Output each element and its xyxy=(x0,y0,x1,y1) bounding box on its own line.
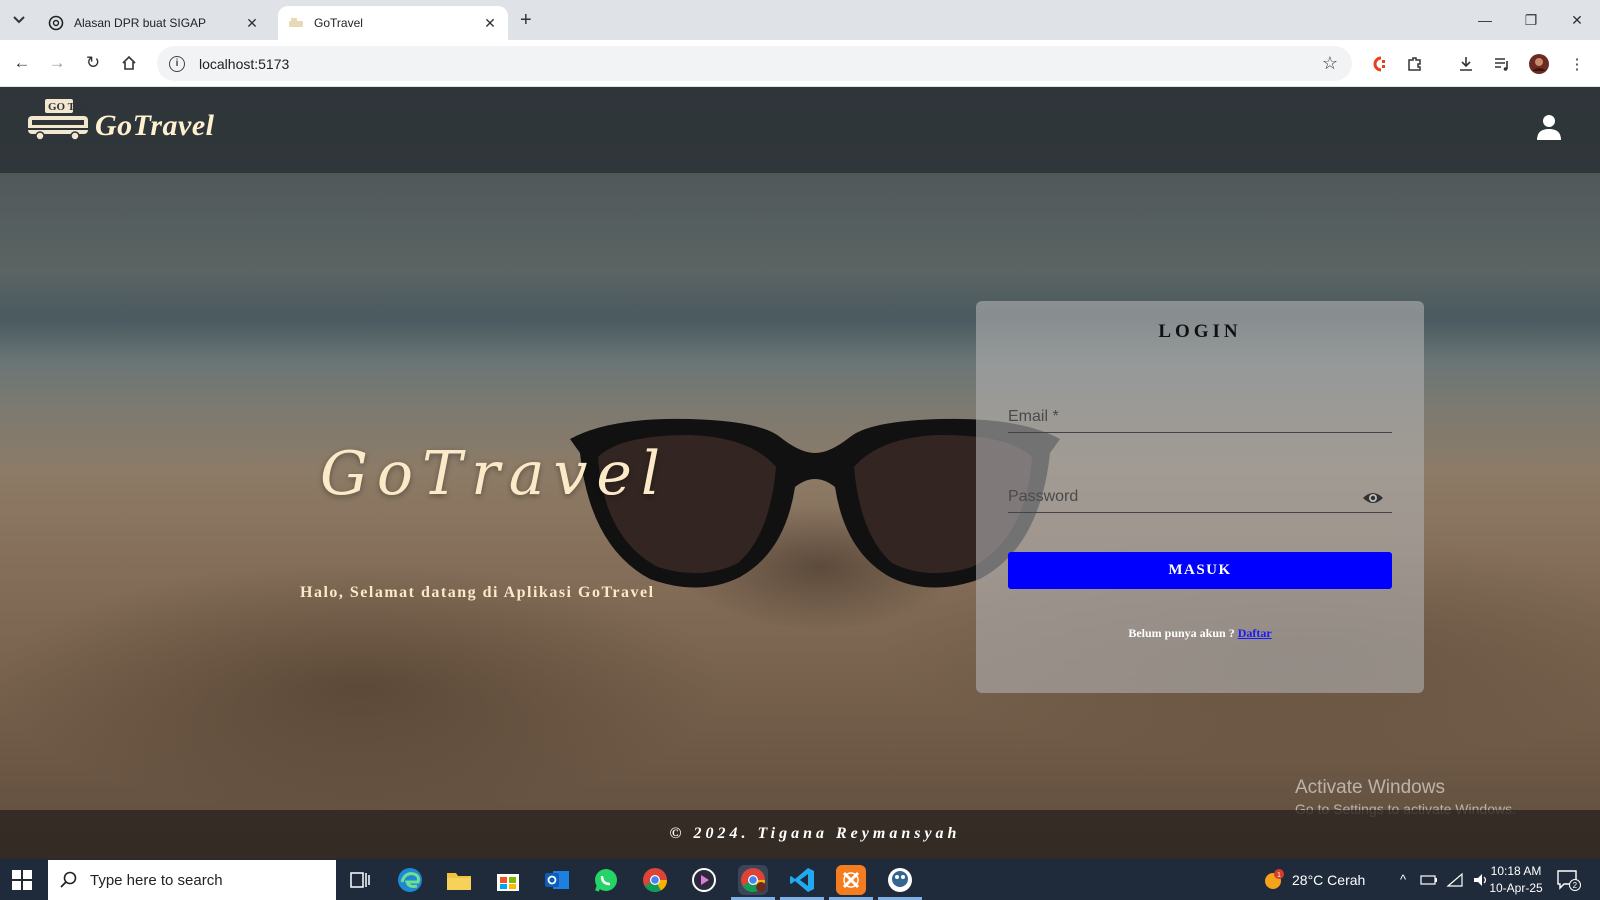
back-icon[interactable]: ← xyxy=(9,50,35,76)
restore-icon[interactable]: ❐ xyxy=(1511,8,1551,32)
download-icon[interactable] xyxy=(1454,52,1478,76)
tab-title: Alasan DPR buat SIGAP xyxy=(74,16,207,30)
taskbar-search-box[interactable]: Type here to search xyxy=(48,860,336,900)
whatsapp-icon[interactable] xyxy=(591,865,621,895)
gotravel-favicon-icon xyxy=(288,15,304,31)
tab-search-button[interactable] xyxy=(6,8,32,32)
login-title: LOGIN xyxy=(1158,321,1242,342)
site-info-icon[interactable]: i xyxy=(169,55,185,72)
close-window-icon[interactable]: ✕ xyxy=(1557,8,1597,32)
bus-logo-icon[interactable]: GO Travel xyxy=(27,99,89,143)
tab-title: GoTravel xyxy=(314,16,363,30)
home-icon[interactable] xyxy=(116,50,142,76)
svg-text:2: 2 xyxy=(1573,881,1578,890)
url-text[interactable]: localhost:5173 xyxy=(199,56,289,72)
browser-tab-bar: Alasan DPR buat SIGAP ✕ GoTravel ✕ + — ❐… xyxy=(0,0,1600,40)
openai-favicon-icon xyxy=(48,15,64,31)
weather-widget[interactable]: 1 28°C Cerah xyxy=(1262,859,1365,900)
profile-avatar[interactable] xyxy=(1527,52,1551,76)
extension-c-icon[interactable] xyxy=(1366,52,1390,76)
hero-subtitle: Halo, Selamat datang di Aplikasi GoTrave… xyxy=(300,584,655,601)
app-header: GO Travel GoTravel xyxy=(0,87,1600,173)
task-view-icon[interactable] xyxy=(345,865,375,895)
wifi-icon[interactable] xyxy=(1446,872,1464,888)
address-bar[interactable]: i localhost:5173 ☆ xyxy=(157,46,1352,81)
media-player-icon[interactable] xyxy=(689,865,719,895)
user-account-icon[interactable] xyxy=(1535,113,1563,141)
browser-toolbar: ← → ↻ i localhost:5173 ☆ ⋮ xyxy=(0,40,1600,87)
chevron-down-icon xyxy=(13,16,25,24)
windows-taskbar: Type here to search 1 28°C Cerah ^ 10:18… xyxy=(0,859,1600,900)
windows-start-icon[interactable] xyxy=(12,870,32,890)
outlook-icon[interactable] xyxy=(542,865,572,895)
close-tab-icon[interactable]: ✕ xyxy=(482,15,498,32)
more-menu-icon[interactable]: ⋮ xyxy=(1565,52,1589,76)
login-card: LOGIN Email * Password MASUK Belum punya… xyxy=(976,301,1424,693)
password-field[interactable]: Password xyxy=(1008,483,1392,513)
clock-date: 10-Apr-25 xyxy=(1489,881,1543,895)
battery-icon[interactable] xyxy=(1420,873,1438,887)
media-control-icon[interactable] xyxy=(1490,52,1514,76)
bookmark-star-icon[interactable]: ☆ xyxy=(1322,53,1338,74)
pgadmin-icon[interactable] xyxy=(885,865,915,895)
close-tab-icon[interactable]: ✕ xyxy=(244,15,260,32)
taskbar-clock[interactable]: 10:18 AM 10-Apr-25 xyxy=(1486,863,1546,897)
tab-gotravel[interactable]: GoTravel ✕ xyxy=(278,6,508,40)
weather-sun-icon: 1 xyxy=(1265,868,1284,889)
logo-text[interactable]: GoTravel xyxy=(95,109,215,143)
hero-title: GoTravel xyxy=(320,439,670,509)
password-label: Password xyxy=(1008,488,1079,505)
register-prompt-text: Belum punya akun ? xyxy=(1128,626,1235,640)
chrome-icon[interactable] xyxy=(640,865,670,895)
new-tab-icon[interactable]: + xyxy=(520,8,532,32)
search-icon xyxy=(60,871,77,888)
show-password-eye-icon[interactable] xyxy=(1362,490,1384,506)
xampp-icon[interactable] xyxy=(836,865,866,895)
email-label: Email * xyxy=(1008,408,1059,425)
tray-icons: ^ xyxy=(1392,859,1490,900)
notification-center-icon[interactable]: 2 xyxy=(1556,859,1582,900)
chrome-profile-icon[interactable] xyxy=(738,865,768,895)
register-prompt: Belum punya akun ? Daftar xyxy=(976,626,1424,641)
minimize-icon[interactable]: — xyxy=(1465,8,1505,32)
edge-browser-icon[interactable] xyxy=(395,865,425,895)
chevron-up-icon[interactable]: ^ xyxy=(1392,872,1414,887)
file-explorer-icon[interactable] xyxy=(444,865,474,895)
register-link[interactable]: Daftar xyxy=(1238,626,1272,640)
search-placeholder: Type here to search xyxy=(90,871,223,889)
forward-icon[interactable]: → xyxy=(44,50,70,76)
weather-text: 28°C Cerah xyxy=(1292,871,1366,888)
svg-text:GO Travel: GO Travel xyxy=(48,101,89,113)
vscode-icon[interactable] xyxy=(787,865,817,895)
extensions-puzzle-icon[interactable] xyxy=(1403,52,1427,76)
clock-time: 10:18 AM xyxy=(1490,864,1542,878)
app-footer: © 2024. Tigana Reymansyah xyxy=(0,810,1600,859)
reload-icon[interactable]: ↻ xyxy=(80,50,106,76)
copyright-text: © 2024. Tigana Reymansyah xyxy=(669,825,961,842)
svg-text:1: 1 xyxy=(1277,872,1281,879)
gotravel-page: GO Travel GoTravel GoTravel Halo, Selama… xyxy=(0,87,1600,859)
tab-alasan-dpr[interactable]: Alasan DPR buat SIGAP ✕ xyxy=(38,6,270,40)
microsoft-store-icon[interactable] xyxy=(493,865,523,895)
email-field[interactable]: Email * xyxy=(1008,403,1392,433)
watermark-title: Activate Windows xyxy=(1295,777,1445,798)
login-submit-button[interactable]: MASUK xyxy=(1008,552,1392,589)
